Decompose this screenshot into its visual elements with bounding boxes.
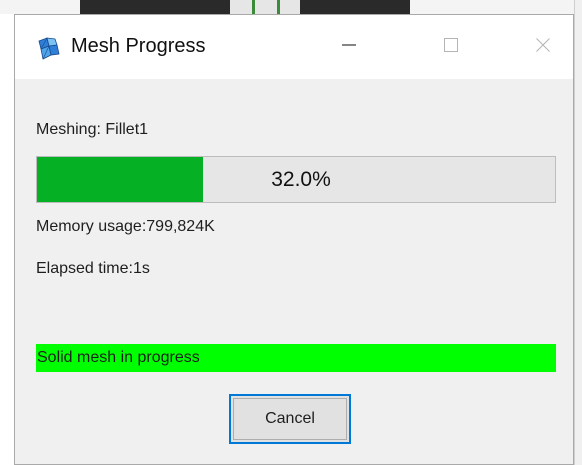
background-graphic [230, 0, 300, 14]
background-dark-region [300, 0, 410, 14]
status-banner: Solid mesh in progress [36, 344, 556, 372]
minimize-icon [341, 37, 357, 58]
maximize-icon [443, 37, 459, 58]
minimize-button[interactable] [327, 29, 371, 65]
cancel-button[interactable]: Cancel [229, 394, 351, 444]
window-title: Mesh Progress [71, 35, 206, 57]
maximize-button[interactable] [429, 29, 473, 65]
mesh-progress-dialog: Mesh Progress Meshing: Fillet1 32.0% Mem… [14, 14, 574, 465]
close-icon [535, 37, 551, 58]
mesh-progress-bar: 32.0% [36, 156, 556, 203]
memory-usage-text: Memory usage:799,824K [36, 218, 215, 235]
dialog-content: Meshing: Fillet1 32.0% Memory usage:799,… [15, 79, 573, 464]
elapsed-time-text: Elapsed time:1s [36, 260, 150, 277]
progress-percent-text: 32.0% [271, 167, 331, 191]
title-bar[interactable]: Mesh Progress [15, 15, 573, 79]
mesh-app-icon [37, 37, 61, 61]
background-window-strip [0, 0, 582, 14]
close-button[interactable] [521, 29, 565, 65]
background-window-edge [574, 0, 582, 465]
background-dark-region [80, 0, 230, 14]
meshing-label: Meshing: Fillet1 [36, 121, 149, 138]
